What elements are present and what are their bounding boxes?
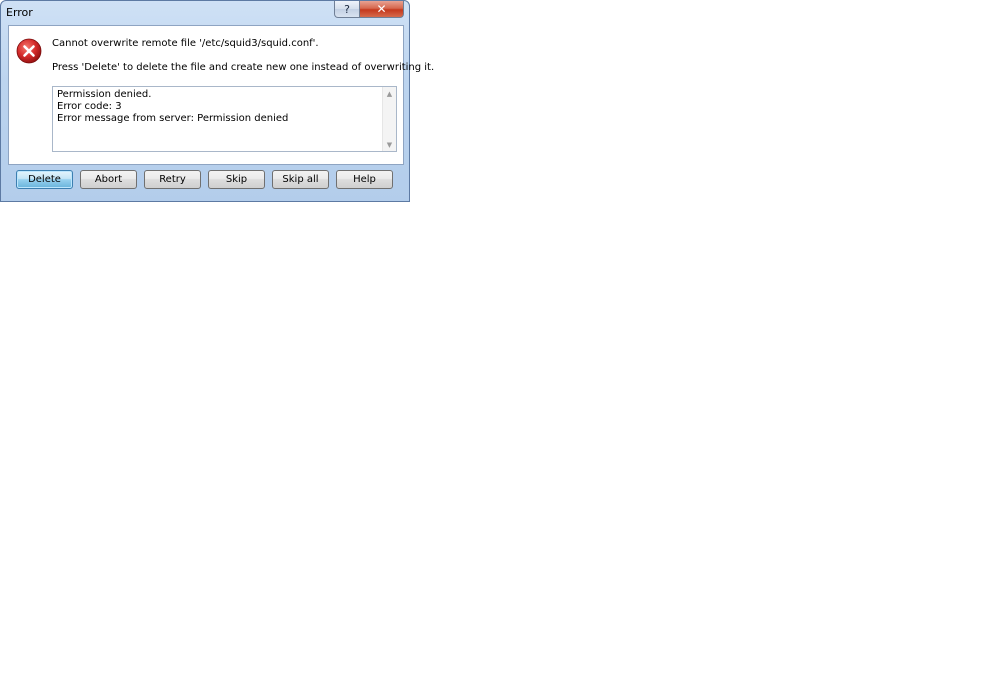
details-scrollbar[interactable]: ▲ ▼ bbox=[382, 87, 396, 151]
details-line: Error code: 3 bbox=[57, 101, 122, 112]
skip-button[interactable]: Skip bbox=[208, 170, 265, 189]
details-line: Error message from server: Permission de… bbox=[57, 113, 289, 124]
title-bar[interactable]: Error ? ✕ bbox=[1, 1, 409, 25]
button-row: Delete Abort Retry Skip Skip all Help bbox=[16, 170, 393, 189]
help-title-button[interactable]: ? bbox=[334, 1, 360, 18]
details-line: Permission denied. bbox=[57, 89, 152, 100]
help-icon: ? bbox=[344, 2, 350, 16]
title-buttons: ? ✕ bbox=[334, 1, 404, 18]
dialog-body: Cannot overwrite remote file '/etc/squid… bbox=[8, 25, 434, 165]
close-button[interactable]: ✕ bbox=[360, 1, 404, 18]
window-title: Error bbox=[6, 6, 33, 19]
close-icon: ✕ bbox=[376, 2, 387, 16]
error-message: Cannot overwrite remote file '/etc/squid… bbox=[52, 38, 319, 49]
scroll-up-icon[interactable]: ▲ bbox=[383, 87, 396, 100]
instruction-message: Press 'Delete' to delete the file and cr… bbox=[52, 62, 435, 73]
details-textbox[interactable]: Permission denied. Error code: 3 Error m… bbox=[52, 86, 397, 152]
abort-button[interactable]: Abort bbox=[80, 170, 137, 189]
retry-button[interactable]: Retry bbox=[144, 170, 201, 189]
help-button[interactable]: Help bbox=[336, 170, 393, 189]
scroll-down-icon[interactable]: ▼ bbox=[383, 138, 396, 151]
error-icon bbox=[16, 38, 42, 64]
error-dialog: Error ? ✕ Cannot overwrite remote file '… bbox=[0, 0, 434, 202]
delete-button[interactable]: Delete bbox=[16, 170, 73, 189]
skip-all-button[interactable]: Skip all bbox=[272, 170, 329, 189]
details-text: Permission denied. Error code: 3 Error m… bbox=[57, 89, 288, 125]
